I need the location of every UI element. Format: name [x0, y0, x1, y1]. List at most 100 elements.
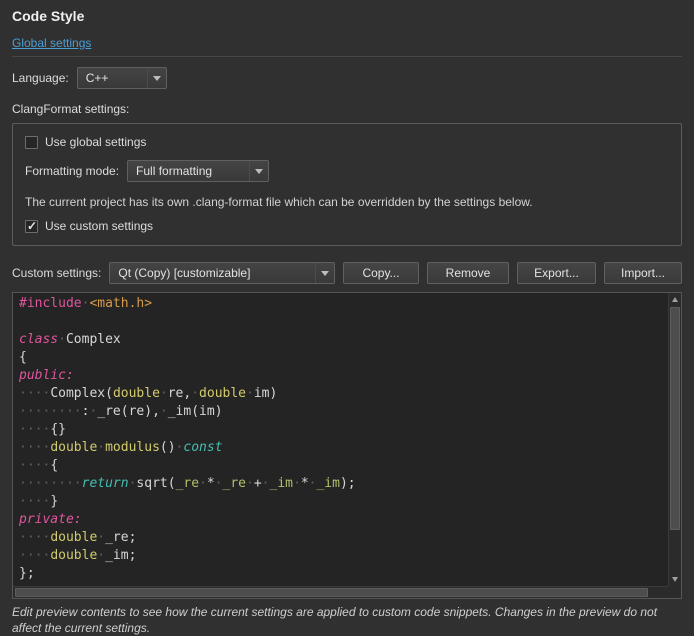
scroll-down-button[interactable] — [669, 573, 681, 586]
chevron-down-icon — [147, 68, 166, 88]
scroll-up-button[interactable] — [669, 293, 681, 306]
code-token: · — [58, 332, 66, 347]
code-token: · — [97, 440, 105, 455]
code-token: im) — [254, 386, 277, 401]
code-token: return — [82, 476, 129, 491]
code-token: _re; — [105, 530, 136, 545]
code-token: sqrt( — [136, 476, 175, 491]
code-token: Complex — [66, 332, 121, 347]
custom-settings-dropdown[interactable]: Qt (Copy) [customizable] — [109, 262, 335, 284]
code-line: ····{} — [19, 421, 668, 439]
code-token: _im; — [105, 548, 136, 563]
code-token: * — [207, 476, 215, 491]
code-token: · — [191, 386, 199, 401]
scroll-down-icon — [672, 577, 678, 582]
language-dropdown-value: C++ — [78, 71, 147, 85]
code-token: re, — [168, 386, 191, 401]
code-token: ···· — [19, 386, 50, 401]
code-token: · — [262, 476, 270, 491]
code-token: double — [113, 386, 160, 401]
code-token: double — [50, 548, 97, 563]
code-token: ········ — [19, 404, 82, 419]
code-content[interactable]: #include·<math.h> class·Complex{public:·… — [13, 293, 668, 586]
clang-format-file-note: The current project has its own .clang-f… — [25, 195, 669, 209]
horizontal-scrollbar[interactable] — [13, 586, 668, 598]
import-button[interactable]: Import... — [604, 262, 682, 284]
code-token: }; — [19, 566, 35, 581]
custom-settings-dropdown-value: Qt (Copy) [customizable] — [110, 266, 315, 280]
vertical-scrollbar-thumb[interactable] — [670, 307, 680, 530]
code-line: ····double·_im; — [19, 547, 668, 565]
formatting-mode-dropdown-value: Full formatting — [128, 164, 249, 178]
code-token: · — [246, 476, 254, 491]
language-dropdown[interactable]: C++ — [77, 67, 167, 89]
code-token: modulus — [105, 440, 160, 455]
use-global-settings-row: Use global settings — [25, 135, 669, 149]
code-token: ···· — [19, 530, 50, 545]
code-token: * — [301, 476, 309, 491]
code-token: _im — [316, 476, 339, 491]
chevron-down-icon — [249, 161, 268, 181]
code-line: ····Complex(double·re,·double·im) — [19, 385, 668, 403]
code-token: _re — [176, 476, 199, 491]
code-line: ····} — [19, 493, 668, 511]
vertical-scrollbar[interactable] — [668, 293, 681, 586]
clangformat-section-label: ClangFormat settings: — [12, 102, 682, 116]
use-global-settings-label[interactable]: Use global settings — [45, 135, 146, 149]
separator — [12, 56, 682, 57]
code-token: ···· — [19, 494, 50, 509]
code-line: private: — [19, 511, 668, 529]
global-settings-link[interactable]: Global settings — [12, 36, 91, 50]
page-title: Code Style — [12, 8, 682, 24]
code-token: ···· — [19, 548, 50, 563]
code-line: class·Complex — [19, 331, 668, 349]
code-token: · — [199, 476, 207, 491]
horizontal-scrollbar-thumb[interactable] — [15, 588, 648, 597]
code-token: · — [97, 530, 105, 545]
code-token: · — [215, 476, 223, 491]
code-line: ····double·modulus()·const — [19, 439, 668, 457]
code-token: ········ — [19, 476, 82, 491]
code-token: { — [19, 350, 27, 365]
code-line: public: — [19, 367, 668, 385]
code-token: class — [19, 332, 58, 347]
export-button[interactable]: Export... — [517, 262, 596, 284]
language-row: Language: C++ — [12, 67, 682, 89]
code-token: Complex( — [50, 386, 113, 401]
code-token: · — [293, 476, 301, 491]
code-token: #include — [19, 296, 82, 311]
footer-hint-text: Edit preview contents to see how the cur… — [12, 605, 682, 636]
use-custom-settings-label[interactable]: Use custom settings — [45, 219, 153, 233]
copy-button[interactable]: Copy... — [343, 262, 419, 284]
code-token: _re — [223, 476, 246, 491]
code-token: } — [50, 494, 58, 509]
code-line: ····{ — [19, 457, 668, 475]
use-global-settings-checkbox[interactable] — [25, 136, 38, 149]
code-token: { — [50, 458, 58, 473]
code-line: { — [19, 349, 668, 367]
code-token: <math.h> — [89, 296, 152, 311]
code-preview-editor: #include·<math.h> class·Complex{public:·… — [12, 292, 682, 599]
code-line: #include·<math.h> — [19, 295, 668, 313]
code-token: · — [97, 548, 105, 563]
code-line — [19, 313, 668, 331]
code-token: ···· — [19, 422, 50, 437]
code-token: · — [246, 386, 254, 401]
code-line: ········return·sqrt(_re·*·_re·+·_im·*·_i… — [19, 475, 668, 493]
use-custom-settings-checkbox[interactable] — [25, 220, 38, 233]
code-token: · — [160, 404, 168, 419]
code-token: ···· — [19, 458, 50, 473]
code-token: public: — [19, 368, 74, 383]
code-token: {} — [50, 422, 66, 437]
formatting-mode-dropdown[interactable]: Full formatting — [127, 160, 269, 182]
code-token: ); — [340, 476, 356, 491]
code-token: _im — [270, 476, 293, 491]
scrollbar-corner — [668, 586, 681, 598]
chevron-down-icon — [315, 263, 334, 283]
code-token: · — [160, 386, 168, 401]
code-token: double — [50, 440, 97, 455]
code-token: () — [160, 440, 176, 455]
code-line: ········:·_re(re),·_im(im) — [19, 403, 668, 421]
remove-button[interactable]: Remove — [427, 262, 509, 284]
code-token: _im(im) — [168, 404, 223, 419]
